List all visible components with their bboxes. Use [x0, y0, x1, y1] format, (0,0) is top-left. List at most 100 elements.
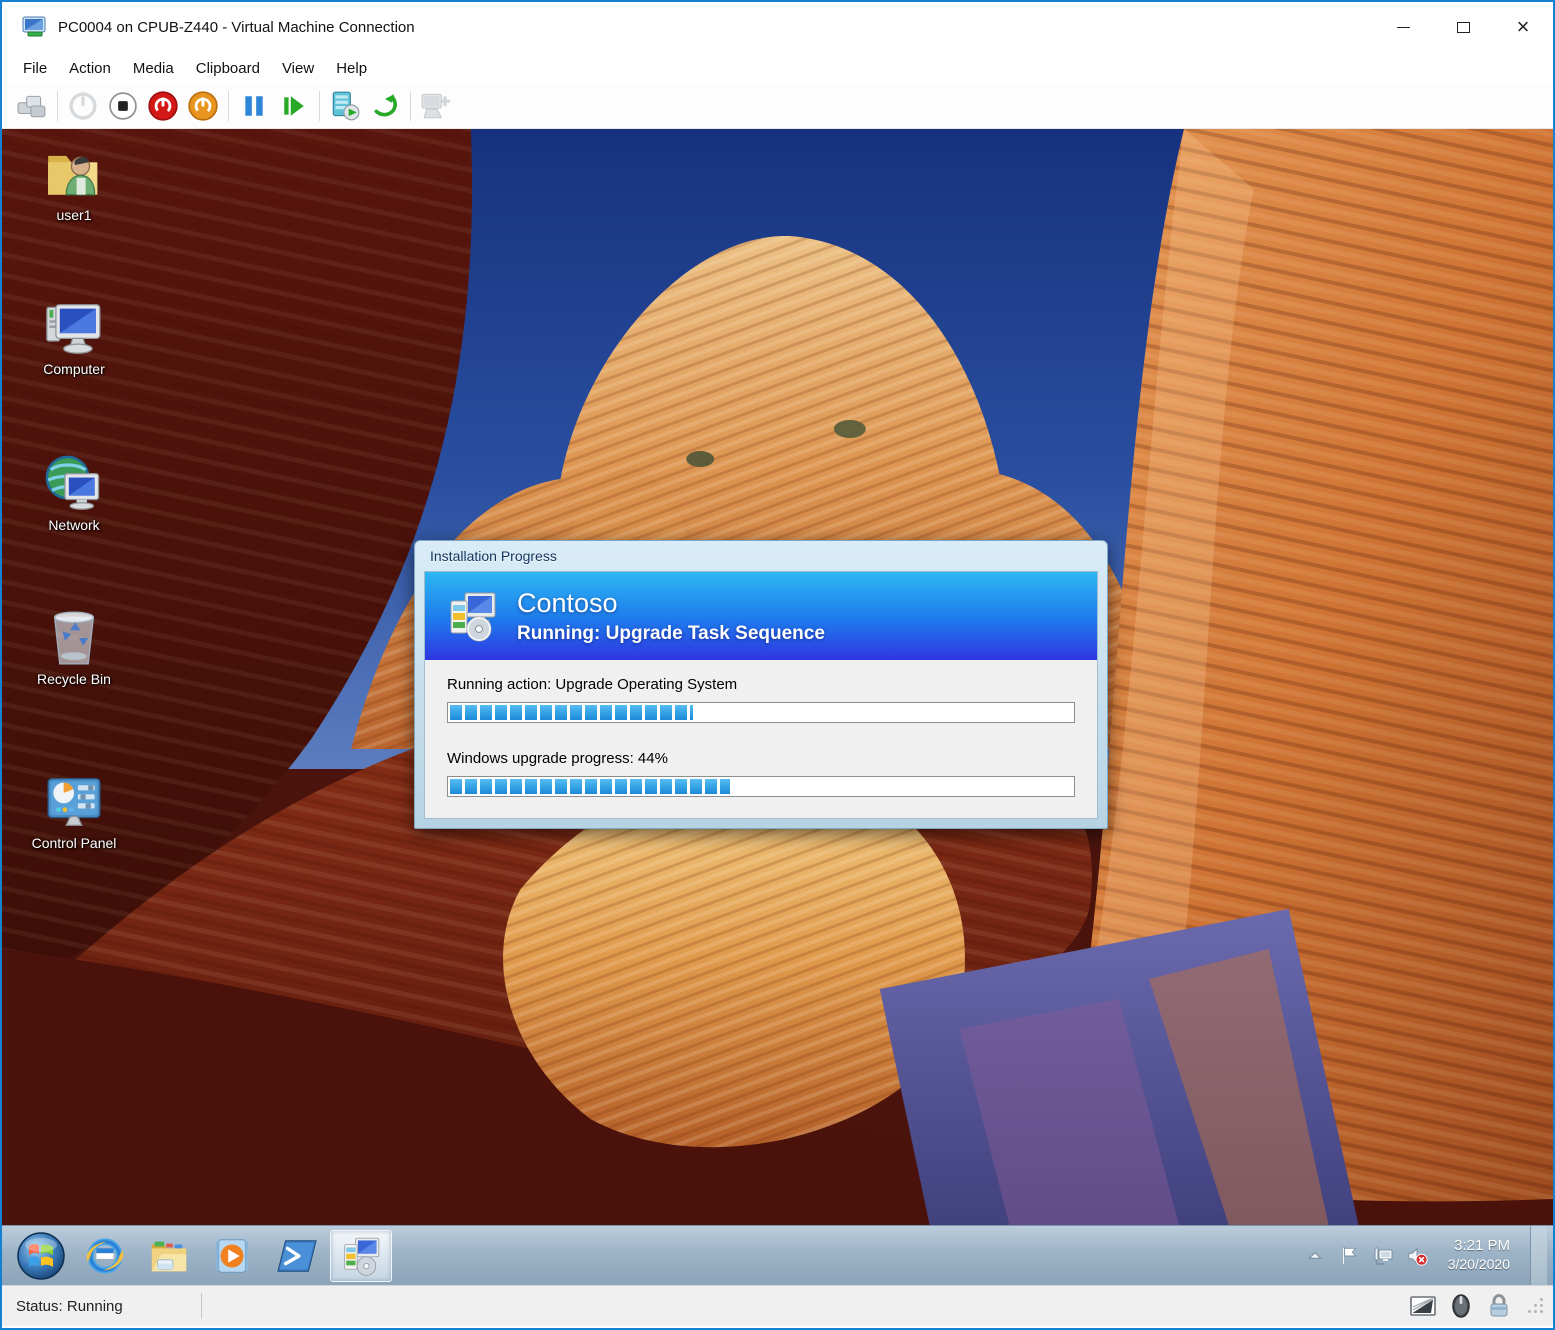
- computer-icon: [43, 297, 105, 359]
- statusbar-divider: [201, 1293, 202, 1319]
- installation-progress-dialog: Installation Progress: [414, 540, 1108, 829]
- window-title: PC0004 on CPUB-Z440 - Virtual Machine Co…: [58, 19, 415, 36]
- system-tray: 3:21 PM 3/20/2020: [1304, 1226, 1553, 1285]
- taskbar-installer-active[interactable]: [330, 1230, 392, 1282]
- menu-view[interactable]: View: [271, 56, 325, 81]
- resize-grip[interactable]: [1529, 1299, 1543, 1313]
- taskbar-clock[interactable]: 3:21 PM 3/20/2020: [1448, 1237, 1510, 1273]
- shut-down-button[interactable]: [143, 87, 183, 125]
- menu-media[interactable]: Media: [122, 56, 185, 81]
- pause-button[interactable]: [234, 87, 274, 125]
- toolbar: [2, 84, 1553, 129]
- minimize-icon: [1397, 27, 1410, 28]
- upgrade-progress-label: Windows upgrade progress: 44%: [447, 750, 1075, 767]
- vm-status-text: Status: Running: [16, 1298, 123, 1315]
- volume-muted-icon: [1406, 1243, 1428, 1269]
- dialog-title: Installation Progress: [430, 548, 557, 564]
- revert-button[interactable]: [365, 87, 405, 125]
- volume-button[interactable]: [1406, 1245, 1428, 1267]
- desktop-icon-network[interactable]: Network: [18, 453, 130, 533]
- action-progress-fill: [450, 705, 693, 720]
- installer-icon: [445, 589, 499, 643]
- taskbar-internet-explorer[interactable]: [74, 1230, 136, 1282]
- start-orb-icon: [16, 1231, 66, 1281]
- desktop-icon-control-panel[interactable]: Control Panel: [18, 771, 130, 851]
- menu-file[interactable]: File: [12, 56, 58, 81]
- checkpoint-button[interactable]: [325, 87, 365, 125]
- pause-icon: [241, 93, 267, 119]
- menu-help[interactable]: Help: [325, 56, 378, 81]
- reset-button[interactable]: [274, 87, 314, 125]
- upgrade-progress-fill: [450, 779, 730, 794]
- user-folder-icon: [43, 143, 105, 205]
- vm-connection-window: PC0004 on CPUB-Z440 - Virtual Machine Co…: [0, 0, 1555, 1330]
- menu-action[interactable]: Action: [58, 56, 122, 81]
- dialog-banner: Contoso Running: Upgrade Task Sequence: [425, 572, 1097, 660]
- taskbar-media-player[interactable]: [202, 1230, 264, 1282]
- start-vm-icon: [69, 92, 97, 120]
- shut-down-icon: [148, 91, 178, 121]
- save-state-icon: [188, 91, 218, 121]
- minimize-button[interactable]: [1373, 2, 1433, 52]
- show-desktop-button[interactable]: [1530, 1226, 1547, 1285]
- close-button[interactable]: ×: [1493, 2, 1553, 52]
- action-progress-bar: [447, 702, 1075, 723]
- checkpoint-icon: [329, 90, 361, 122]
- network-icon: [43, 453, 105, 515]
- ctrl-alt-del-icon: [17, 93, 47, 119]
- desktop-icon-label: Recycle Bin: [37, 672, 111, 687]
- menubar: File Action Media Clipboard View Help: [2, 52, 1553, 84]
- dialog-org-name: Contoso: [517, 588, 825, 619]
- menu-clipboard[interactable]: Clipboard: [185, 56, 271, 81]
- maximize-button[interactable]: [1433, 2, 1493, 52]
- save-state-button[interactable]: [183, 87, 223, 125]
- desktop-icon-recycle-bin[interactable]: Recycle Bin: [18, 607, 130, 687]
- close-icon: ×: [1517, 16, 1530, 38]
- maximize-icon: [1457, 22, 1470, 33]
- installer-taskbar-icon: [340, 1235, 382, 1277]
- dialog-titlebar[interactable]: Installation Progress: [415, 541, 1107, 571]
- statusbar-icons: [1409, 1292, 1543, 1320]
- start-vm-button[interactable]: [63, 87, 103, 125]
- dialog-body: Contoso Running: Upgrade Task Sequence R…: [424, 571, 1098, 819]
- taskbar-powershell[interactable]: [266, 1230, 328, 1282]
- desktop-icon-user1[interactable]: user1: [18, 143, 130, 223]
- running-action-label: Running action: Upgrade Operating System: [447, 676, 1075, 693]
- enhanced-session-icon: [420, 90, 452, 122]
- screen-status-icon: [1409, 1292, 1437, 1320]
- toolbar-separator: [57, 91, 58, 121]
- clock-time: 3:21 PM: [1448, 1237, 1510, 1256]
- toolbar-separator: [228, 91, 229, 121]
- turn-off-icon: [109, 92, 137, 120]
- hidden-icons-button[interactable]: [1304, 1245, 1326, 1267]
- action-center-button[interactable]: [1338, 1245, 1360, 1267]
- titlebar: PC0004 on CPUB-Z440 - Virtual Machine Co…: [2, 2, 1553, 52]
- lock-status-icon: [1485, 1292, 1513, 1320]
- mouse-status-icon: [1447, 1292, 1475, 1320]
- recycle-bin-icon: [43, 607, 105, 669]
- ctrl-alt-del-button[interactable]: [12, 87, 52, 125]
- desktop-icon-computer[interactable]: Computer: [18, 297, 130, 377]
- statusbar: Status: Running: [2, 1285, 1553, 1326]
- action-center-flag-icon: [1338, 1245, 1360, 1267]
- powershell-icon: [276, 1235, 318, 1277]
- internet-explorer-icon: [84, 1235, 126, 1277]
- windows-explorer-icon: [148, 1235, 190, 1277]
- upgrade-progress-bar: [447, 776, 1075, 797]
- taskbar-windows-explorer[interactable]: [138, 1230, 200, 1282]
- enhanced-session-button[interactable]: [416, 87, 456, 125]
- network-tray-icon: [1372, 1244, 1394, 1268]
- turn-off-button[interactable]: [103, 87, 143, 125]
- desktop-icon-label: user1: [56, 208, 91, 223]
- network-tray-button[interactable]: [1372, 1245, 1394, 1267]
- desktop-icon-label: Network: [48, 518, 99, 533]
- vm-desktop: user1 Computer: [2, 129, 1553, 1225]
- control-panel-icon: [43, 771, 105, 833]
- media-player-icon: [212, 1235, 254, 1277]
- toolbar-separator: [319, 91, 320, 121]
- desktop-icon-label: Computer: [43, 362, 104, 377]
- clock-date: 3/20/2020: [1448, 1256, 1510, 1274]
- start-button[interactable]: [10, 1230, 72, 1282]
- toolbar-separator: [410, 91, 411, 121]
- reset-icon: [281, 93, 307, 119]
